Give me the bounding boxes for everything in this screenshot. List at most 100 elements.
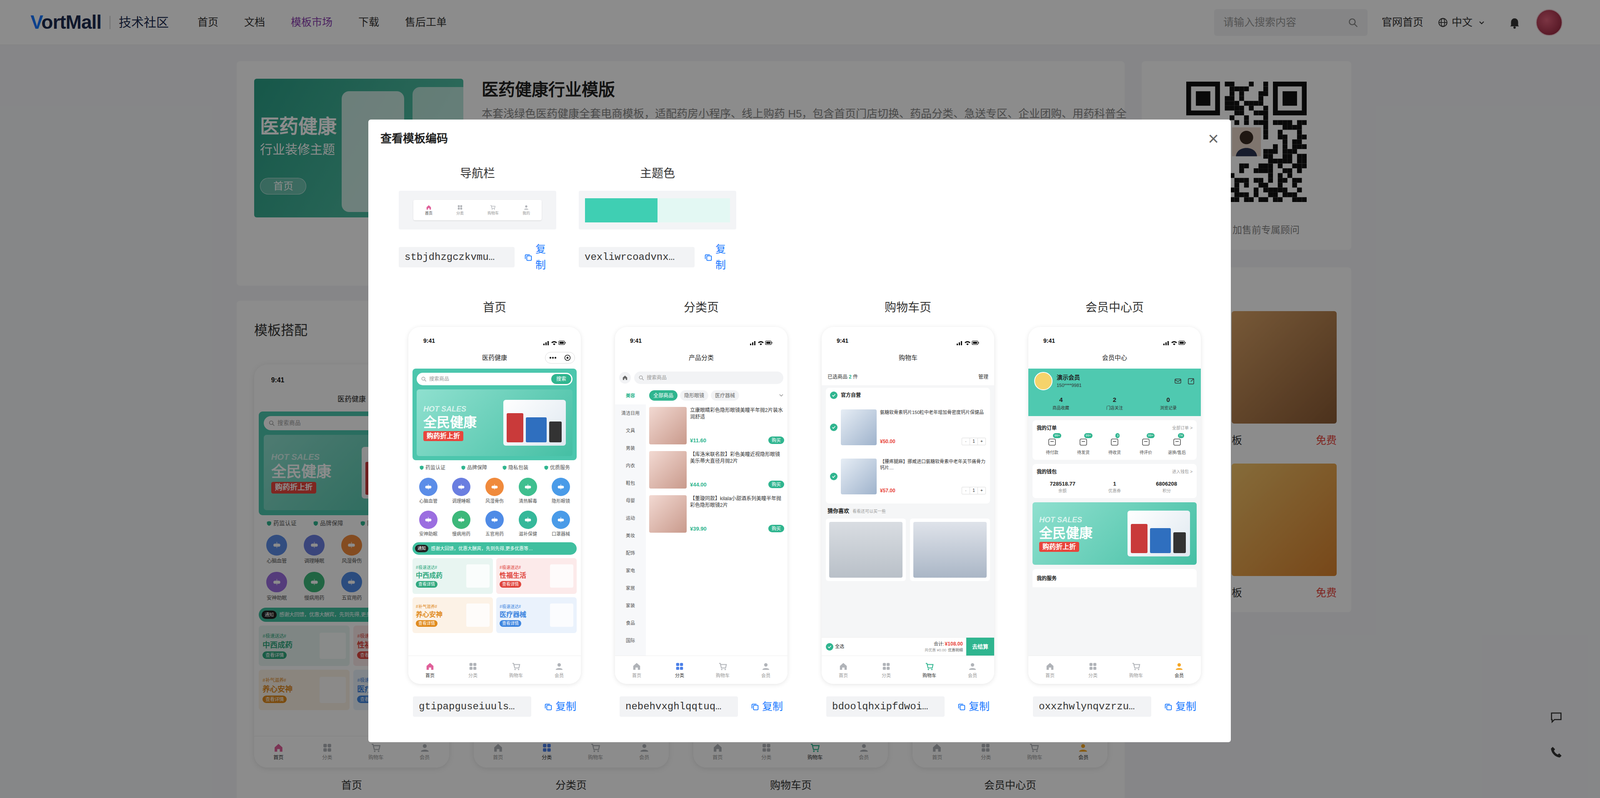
tab-item[interactable]: 分类 [873,662,899,679]
promo-button[interactable]: 查看详情 [499,620,522,628]
tab-item[interactable]: 分类 [667,662,693,679]
order-status[interactable]: 99+待评价 [1130,437,1162,456]
tab-item[interactable]: 首页 [624,662,650,679]
sidebar-item[interactable]: 国际 [615,632,646,650]
plus-button[interactable]: + [977,438,986,445]
template-code-field[interactable]: gtipapguseiuuls… [412,696,532,718]
buy-button[interactable]: 购买 [768,525,785,533]
close-button[interactable]: × [1207,131,1219,147]
copy-button[interactable]: 复制 [957,699,990,715]
category-entry[interactable]: 口罩器械 [544,510,578,538]
checkbox[interactable] [830,423,838,432]
member-stat[interactable]: 4商品收藏 [1034,395,1088,412]
copy-button[interactable]: 复制 [523,241,557,273]
sidebar-item[interactable]: 运动 [615,509,646,528]
tab-item[interactable]: 会员 [546,662,572,679]
wallet-stat[interactable]: 728518.77余额 [1036,480,1089,495]
promo-button[interactable]: 查看详情 [415,581,438,588]
search-bar[interactable]: 搜索商品搜索 [416,372,573,386]
discount-detail[interactable]: 优惠明细 [947,647,963,654]
filter-chip[interactable]: 医疗器械 [710,390,740,401]
plus-button[interactable]: + [977,487,986,495]
manage-button[interactable]: 管理 [978,373,989,381]
template-code-field[interactable]: nebehvxghlqqtuq… [619,696,738,718]
copy-button[interactable]: 复制 [750,699,783,715]
sidebar-item[interactable]: 美容 [615,387,646,405]
sidebar-item[interactable]: 食品 [615,614,646,633]
mini-program-capsule[interactable] [545,352,575,364]
template-code-field[interactable]: oxxzhwlynqvzrzu… [1032,696,1152,718]
product-photo[interactable] [910,518,990,582]
promo-banner[interactable]: HOT SALES全民健康购药折上折 [416,389,573,457]
tab-item[interactable]: 首页 [830,662,856,679]
tab-item[interactable]: 会员 [960,662,985,679]
tab-item[interactable]: 会员 [753,662,779,679]
category-entry[interactable]: 风湿骨伤 [477,477,512,505]
promo-card[interactable]: #极速送达#医疗器械查看详情 [496,597,577,634]
tab-item[interactable]: 购物车 [917,662,943,679]
template-code-field[interactable]: stbjdhzgczkvmu… [398,247,515,268]
notice-bar[interactable]: 通知感谢大回馈，优惠大酬宾，先到先得,更多优惠等… [412,542,577,555]
sidebar-item[interactable]: 配饰 [615,544,646,563]
search-button[interactable]: 搜索 [551,374,572,385]
member-stat[interactable]: 0浏览记录 [1141,395,1195,412]
category-entry[interactable]: 心脑血管 [411,477,445,505]
tab-item[interactable]: 会员 [1166,662,1192,679]
sidebar-item[interactable]: 母婴 [615,492,646,510]
order-status[interactable]: 99+待付款 [1036,437,1068,456]
category-entry[interactable]: 滋补保健 [511,510,545,538]
sidebar-item[interactable]: 家装 [615,597,646,615]
filter-chip[interactable]: 隐形眼镜 [680,390,709,401]
promo-banner[interactable]: HOT SALES全民健康购药折上折 [1032,502,1197,565]
tab-item[interactable]: 购物车 [1123,662,1149,679]
promo-card[interactable]: #补气滋养#养心安神查看详情 [412,597,493,634]
minus-button[interactable]: - [962,438,970,445]
checkbox[interactable] [830,391,838,400]
template-code-field[interactable]: bdoolqhxipfdwoi… [826,696,945,718]
sidebar-item[interactable]: 男装 [615,439,646,458]
category-entry[interactable]: 安神助眠 [411,510,445,538]
tab-item[interactable]: 分类 [1080,662,1106,679]
buy-button[interactable]: 购买 [768,480,785,489]
member-stat[interactable]: 2门店关注 [1087,395,1142,412]
promo-card[interactable]: #极速送达#中西成药查看详情 [412,558,493,595]
search-bar[interactable]: 搜索商品 [634,371,784,385]
product-row[interactable]: 【董璇同款】kilala小甜酒系列美瞳半年抛彩色隐形眼镜2片¥39.90购买 [649,492,785,537]
promo-card[interactable]: #极速送达#性福生活查看详情 [496,558,577,595]
copy-button[interactable]: 复制 [703,241,737,273]
sidebar-item[interactable]: 家电 [615,562,646,580]
minus-button[interactable]: - [962,487,970,495]
category-entry[interactable]: 清热解毒 [511,477,545,505]
category-entry[interactable]: 慢病用药 [445,510,479,538]
promo-button[interactable]: 查看详情 [499,581,522,588]
checkbox[interactable] [825,643,834,651]
order-status[interactable]: 3待收货 [1099,437,1131,456]
checkout-button[interactable]: 去结算 [966,637,995,656]
tab-item[interactable]: 首页 [417,662,443,679]
template-code-field[interactable]: vexliwrcoadvnx… [578,247,695,268]
sidebar-item[interactable]: 内衣 [615,457,646,475]
promo-button[interactable]: 查看详情 [415,620,438,628]
buy-button[interactable]: 购买 [768,436,785,445]
tab-item[interactable]: 首页 [1037,662,1063,679]
home-button[interactable] [619,372,631,384]
sidebar-item[interactable]: 清洁日用 [615,404,646,423]
checkbox[interactable] [830,472,838,481]
tab-item[interactable]: 分类 [460,662,486,679]
wallet-stat[interactable]: 6806208积分 [1140,480,1193,495]
copy-button[interactable]: 复制 [1163,699,1197,715]
tab-item[interactable]: 购物车 [503,662,529,679]
tab-item[interactable]: 购物车 [710,662,736,679]
all-orders-link[interactable]: 全部订单 > [1172,425,1193,432]
order-status[interactable]: 99+待发货 [1067,437,1100,456]
filter-chip[interactable]: 全部商品 [649,390,678,401]
sidebar-item[interactable]: 美妆 [615,527,646,545]
product-photo[interactable] [825,518,906,582]
category-entry[interactable]: 调理睡眠 [445,477,479,505]
sidebar-item[interactable]: 文具 [615,422,646,440]
category-entry[interactable]: 五官用药 [477,510,512,538]
category-entry[interactable]: 隐形眼镜 [544,477,578,505]
order-status[interactable]: 74退换/售后 [1161,437,1193,456]
product-row[interactable]: 立康眼睛彩色隐形眼镜美瞳半年抛2片装水润舒适¥11.60购买 [649,403,785,448]
sidebar-item[interactable]: 鞋包 [615,474,646,493]
